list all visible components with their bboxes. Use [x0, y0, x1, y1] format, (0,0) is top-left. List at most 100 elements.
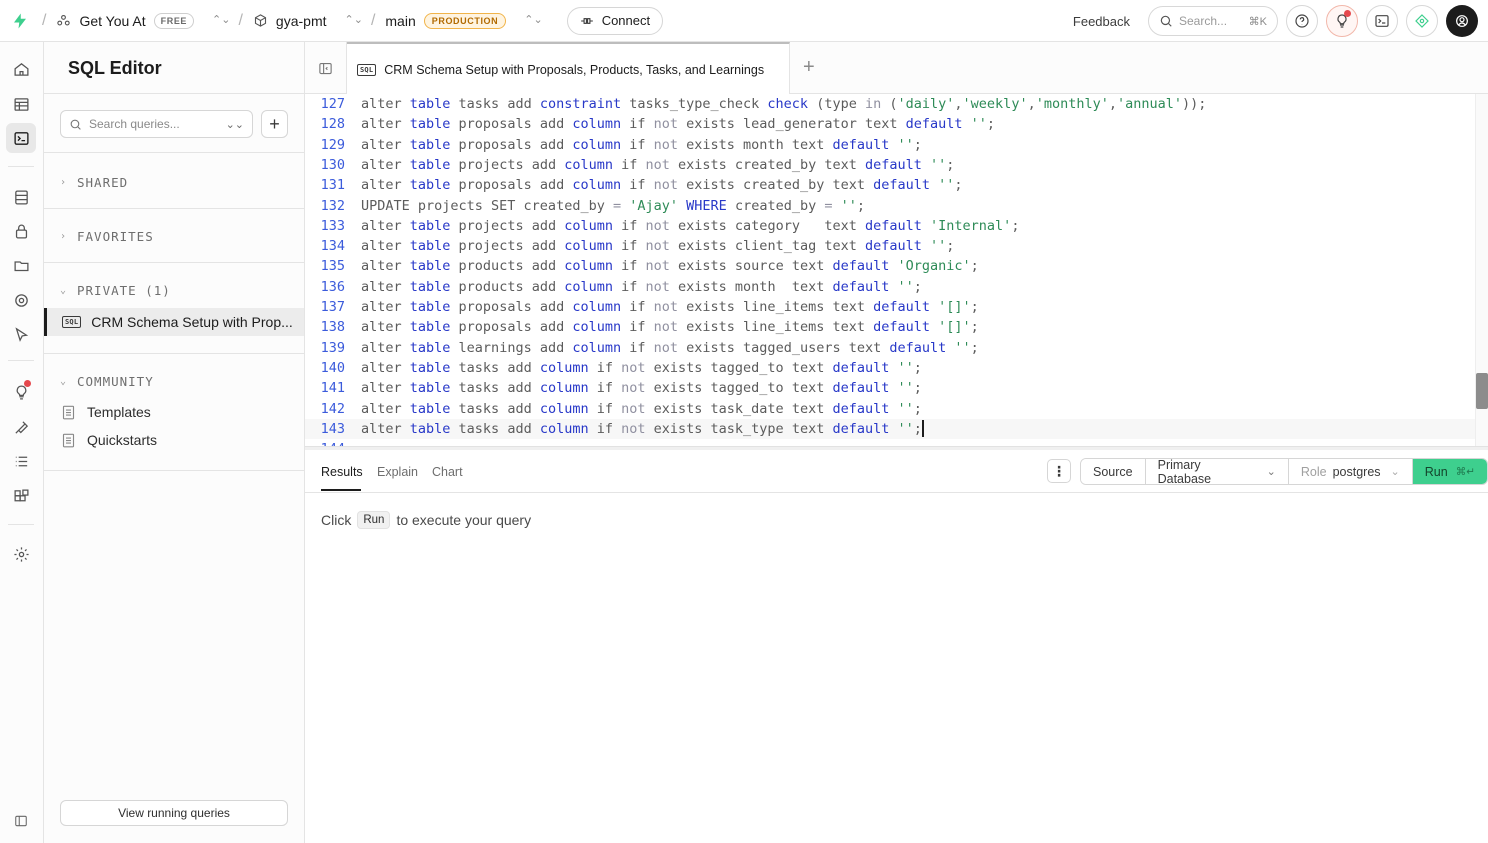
code-text: alter table learnings add column if not …: [361, 339, 979, 356]
chevron-updown-icon[interactable]: ⌃⌄: [212, 15, 230, 26]
global-search-placeholder: Search...: [1179, 14, 1228, 28]
text-caret: [921, 420, 924, 438]
terminal-button[interactable]: [1366, 5, 1398, 37]
tab-results[interactable]: Results: [321, 465, 363, 479]
line-number: 137: [320, 299, 345, 315]
code-line[interactable]: 132 UPDATE projects SET created_by = 'Aja…: [305, 196, 1475, 216]
code-text: alter table tasks add column if not exis…: [361, 420, 924, 438]
code-text: UPDATE projects SET created_by = 'Ajay' …: [361, 197, 866, 214]
logs-list-icon[interactable]: [6, 446, 36, 476]
edge-functions-icon[interactable]: [6, 319, 36, 349]
document-icon: [62, 405, 75, 419]
chevron-updown-icon[interactable]: ⌃⌄: [345, 15, 363, 26]
project-name: gya-pmt: [275, 12, 327, 29]
tab-chart[interactable]: Chart: [432, 465, 463, 479]
message-after: to execute your query: [396, 512, 532, 528]
toggle-panel-button[interactable]: [305, 42, 347, 94]
code-text: alter table proposals add column if not …: [361, 319, 979, 336]
feedback-button[interactable]: Feedback: [1073, 14, 1130, 29]
table-editor-icon[interactable]: [6, 89, 36, 119]
sql-editor-icon[interactable]: [6, 123, 36, 153]
code-line[interactable]: 129 alter table proposals add column if n…: [305, 135, 1475, 155]
line-number: 128: [320, 116, 345, 133]
notification-dot: [1344, 10, 1351, 17]
code-line[interactable]: 136 alter table products add column if no…: [305, 277, 1475, 297]
realtime-icon[interactable]: [6, 285, 36, 315]
view-running-queries-button[interactable]: View running queries: [60, 800, 288, 826]
chevron-down-icon: ⌄: [1390, 466, 1400, 478]
code-text: alter table products add column if not e…: [361, 258, 979, 275]
query-item-active[interactable]: SQL CRM Schema Setup with Prop...: [44, 308, 304, 336]
code-line[interactable]: 127 alter table tasks add constraint task…: [305, 94, 1475, 114]
home-icon[interactable]: [6, 54, 36, 84]
new-tab-plus-icon[interactable]: +: [803, 56, 815, 79]
section-private[interactable]: ⌄ PRIVATE (1): [60, 283, 171, 298]
plan-badge: FREE: [153, 12, 195, 29]
global-search[interactable]: Search... ⌘K: [1148, 6, 1278, 36]
code-line[interactable]: 128 alter table proposals add column if n…: [305, 114, 1475, 134]
chevron-right-icon: ›: [60, 177, 68, 188]
assistant-button[interactable]: [1406, 5, 1438, 37]
section-shared[interactable]: › SHARED: [60, 175, 128, 190]
editor-tab-bar: SQL CRM Schema Setup with Proposals, Pro…: [305, 42, 1488, 95]
role-select[interactable]: Role postgres ⌄: [1288, 459, 1413, 484]
code-line[interactable]: 138 alter table proposals add column if n…: [305, 317, 1475, 337]
code-line[interactable]: 139 alter table learnings add column if n…: [305, 338, 1475, 358]
code-text: alter table tasks add column if not exis…: [361, 400, 922, 417]
storage-icon[interactable]: [6, 250, 36, 280]
project-selector[interactable]: gya-pmt ⌃⌄: [253, 13, 369, 29]
user-avatar[interactable]: [1446, 5, 1478, 37]
search-shortcut: ⌘K: [1248, 15, 1267, 28]
plug-icon: [580, 17, 593, 24]
line-number: 133: [320, 217, 345, 234]
code-line[interactable]: 133 alter table projects add column if no…: [305, 216, 1475, 236]
branch-selector[interactable]: main PRODUCTION ⌃⌄: [385, 12, 548, 29]
help-button[interactable]: [1286, 5, 1318, 37]
supabase-logo-icon[interactable]: [0, 0, 40, 42]
database-value: Primary Database: [1157, 458, 1212, 485]
database-icon[interactable]: [6, 182, 36, 212]
search-icon: [70, 119, 81, 130]
settings-gear-icon[interactable]: [6, 539, 36, 569]
code-line[interactable]: 143 alter table tasks add column if not e…: [305, 418, 1475, 440]
editor-tab-active[interactable]: SQL CRM Schema Setup with Proposals, Pro…: [347, 42, 790, 95]
observability-icon[interactable]: [6, 412, 36, 442]
community-item-templates[interactable]: Templates: [62, 404, 151, 420]
integrations-icon[interactable]: [6, 481, 36, 511]
code-line[interactable]: 135 alter table products add column if no…: [305, 256, 1475, 276]
run-button[interactable]: Run ⌘↵: [1412, 459, 1487, 484]
code-line[interactable]: 140 alter table tasks add column if not e…: [305, 358, 1475, 378]
connect-button[interactable]: Connect: [566, 6, 664, 35]
section-community[interactable]: ⌄ COMMUNITY: [60, 374, 154, 389]
section-favorites[interactable]: › FAVORITES: [60, 229, 154, 244]
search-queries-input[interactable]: Search queries... ⌄⌄: [60, 110, 253, 138]
new-query-button[interactable]: +: [261, 110, 288, 138]
chevrons-down-icon[interactable]: ⌄⌄: [226, 118, 244, 131]
code-editor[interactable]: 127 alter table tasks add constraint task…: [305, 94, 1475, 446]
code-line[interactable]: 130 alter table projects add column if no…: [305, 155, 1475, 175]
search-queries-placeholder: Search queries...: [89, 117, 180, 131]
org-selector[interactable]: Get You At FREE ⌃⌄: [56, 12, 236, 29]
code-line[interactable]: 131 alter table proposals add column if n…: [305, 175, 1475, 195]
collapse-sidebar-icon[interactable]: [6, 806, 36, 836]
code-line[interactable]: 134 alter table projects add column if no…: [305, 236, 1475, 256]
more-options-icon[interactable]: ⋮: [1047, 459, 1071, 483]
database-select[interactable]: Primary Database ⌄: [1145, 458, 1289, 485]
code-line[interactable]: 142 alter table tasks add column if not e…: [305, 399, 1475, 419]
chevron-updown-icon[interactable]: ⌃⌄: [524, 15, 542, 26]
assistant-icon: [1415, 14, 1429, 28]
top-right-actions: Feedback Search... ⌘K: [1073, 0, 1478, 42]
advisors-button[interactable]: [1326, 5, 1358, 37]
advisors-icon[interactable]: [6, 377, 36, 407]
editor-scrollbar-thumb[interactable]: [1476, 373, 1488, 409]
sidebar-divider: [44, 93, 305, 94]
auth-lock-icon[interactable]: [6, 216, 36, 246]
code-line[interactable]: 144: [305, 439, 1475, 446]
code-line[interactable]: 141 alter table tasks add column if not e…: [305, 378, 1475, 398]
community-item-quickstarts[interactable]: Quickstarts: [62, 432, 157, 448]
tab-explain[interactable]: Explain: [377, 465, 418, 479]
code-text: alter table proposals add column if not …: [361, 136, 922, 153]
code-line[interactable]: 137 alter table proposals add column if n…: [305, 297, 1475, 317]
line-number: 132: [320, 197, 345, 214]
chevron-down-icon: ⌄: [60, 376, 68, 387]
